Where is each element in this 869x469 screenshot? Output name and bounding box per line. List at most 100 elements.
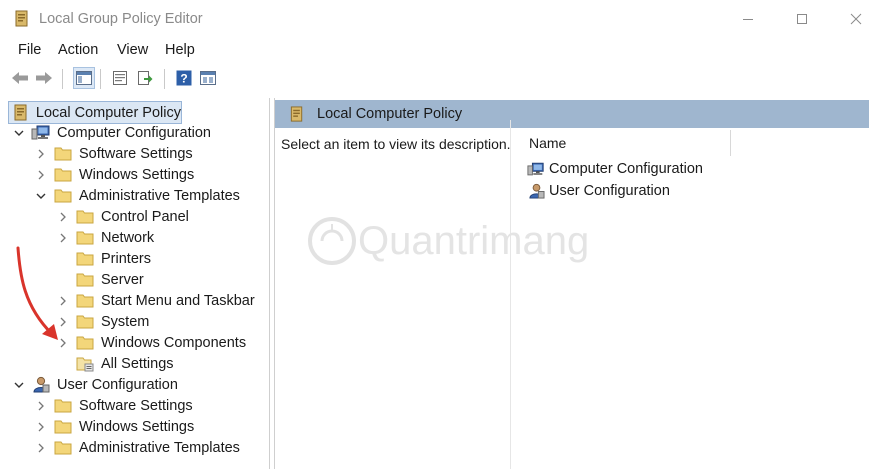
policy-scroll-icon [12,104,30,122]
folder-icon [53,187,73,205]
tree-item-user-software-settings[interactable]: Software Settings [35,395,193,416]
tree-item-start-menu-and-taskbar[interactable]: Start Menu and Taskbar [57,290,255,311]
list-item-label: Computer Configuration [549,161,703,177]
chevron-right-icon[interactable] [35,421,47,433]
annotation-arrow [16,246,58,340]
details-pane: Local Computer Policy Select an item to … [274,98,869,469]
chevron-down-icon[interactable] [35,190,47,202]
tree-item-software-settings[interactable]: Software Settings [35,143,193,164]
menu-bar: File Action View Help [0,38,869,62]
folder-icon [53,418,73,436]
folder-icon [53,166,73,184]
tree-item-label: Software Settings [79,397,193,414]
tree-item-label: Network [101,229,155,246]
list-item-computer-configuration[interactable]: Computer Configuration [527,159,703,179]
tree-item-local-computer-policy[interactable]: Local Computer Policy [8,101,182,124]
details-header: Local Computer Policy [275,100,869,128]
menu-view[interactable]: View [117,42,148,58]
tree-item-label: Start Menu and Taskbar [101,292,255,309]
help-icon[interactable]: ? [174,68,194,88]
toolbar: ? [0,64,869,94]
list-item-label: User Configuration [549,183,670,199]
folder-icon [75,208,95,226]
tree-item-windows-settings[interactable]: Windows Settings [35,164,194,185]
tree-item-administrative-templates[interactable]: Administrative Templates [35,185,240,206]
column-header-name[interactable]: Name [529,135,566,151]
group-policy-app-icon [14,10,30,28]
forward-icon[interactable] [34,68,54,88]
title-bar: Local Group Policy Editor [0,0,869,38]
menu-action[interactable]: Action [58,42,98,58]
watermark-text: Quantrimang [358,219,589,263]
watermark-logo: Quantrimang [308,217,589,265]
tree-item-label: Windows Components [101,334,247,351]
tree-item-label: Server [101,271,144,288]
tree-item-label: Computer Configuration [57,124,211,141]
properties-icon[interactable] [110,68,130,88]
chevron-down-icon[interactable] [13,379,25,391]
folder-icon [75,229,95,247]
tree-item-label: Control Panel [101,208,189,225]
tree-item-control-panel[interactable]: Control Panel [57,206,189,227]
show-hide-console-tree-icon[interactable] [73,67,95,89]
tree-item-label: Windows Settings [79,166,195,183]
column-resize-handle[interactable] [730,130,731,156]
tree-item-network[interactable]: Network [57,227,154,248]
tree-item-server[interactable]: Server [75,269,144,290]
tree-item-label: Local Computer Policy [35,104,181,121]
chevron-down-icon[interactable] [13,127,25,139]
list-item-user-configuration[interactable]: User Configuration [527,181,670,201]
folder-icon [75,271,95,289]
maximize-button[interactable] [782,6,822,32]
tree-item-label: Software Settings [79,145,193,162]
tree-item-label: Printers [101,250,151,267]
computer-icon [527,161,545,177]
tree-item-system[interactable]: System [57,311,149,332]
user-icon [31,376,51,394]
chevron-right-icon[interactable] [57,211,69,223]
tree-item-user-administrative-templates[interactable]: Administrative Templates [35,437,240,458]
folder-icon [53,397,73,415]
folder-icon [53,439,73,457]
tree-item-label: All Settings [101,355,174,372]
chevron-right-icon[interactable] [35,148,47,160]
svg-text:?: ? [180,72,187,86]
tree-item-label: Administrative Templates [79,439,240,456]
description-text: Select an item to view its description. [281,136,511,152]
window-title: Local Group Policy Editor [39,11,203,27]
tree-item-label: User Configuration [57,376,178,393]
pane-divider[interactable] [510,120,511,469]
chevron-right-icon[interactable] [35,400,47,412]
minimize-button[interactable] [728,6,768,32]
folder-icon [75,313,95,331]
tree-item-printers[interactable]: Printers [75,248,151,269]
tree-item-label: Windows Settings [79,418,195,435]
tree-item-user-windows-settings[interactable]: Windows Settings [35,416,194,437]
toolbar-separator [100,69,101,89]
details-header-title: Local Computer Policy [317,106,463,122]
chevron-right-icon[interactable] [57,232,69,244]
tree-item-user-configuration[interactable]: User Configuration [13,374,178,395]
toolbar-separator [62,69,63,89]
user-icon [527,183,545,199]
export-list-icon[interactable] [135,68,155,88]
policy-scroll-icon [289,106,305,123]
folder-icon [75,292,95,310]
toolbar-separator [164,69,165,89]
tree-item-all-settings[interactable]: All Settings [75,353,174,374]
folder-icon [75,334,95,352]
chevron-right-icon[interactable] [35,169,47,181]
close-button[interactable] [836,6,869,32]
chevron-right-icon[interactable] [35,442,47,454]
folder-icon [75,250,95,268]
folder-icon [53,145,73,163]
tree-item-label: System [101,313,150,330]
menu-help[interactable]: Help [165,42,195,58]
back-icon[interactable] [10,68,30,88]
tree-item-windows-components[interactable]: Windows Components [57,332,246,353]
extended-view-icon[interactable] [198,68,218,88]
menu-file[interactable]: File [18,42,41,58]
tree-item-label: Administrative Templates [79,187,240,204]
computer-icon [31,124,51,142]
tree-item-computer-configuration[interactable]: Computer Configuration [13,122,211,143]
